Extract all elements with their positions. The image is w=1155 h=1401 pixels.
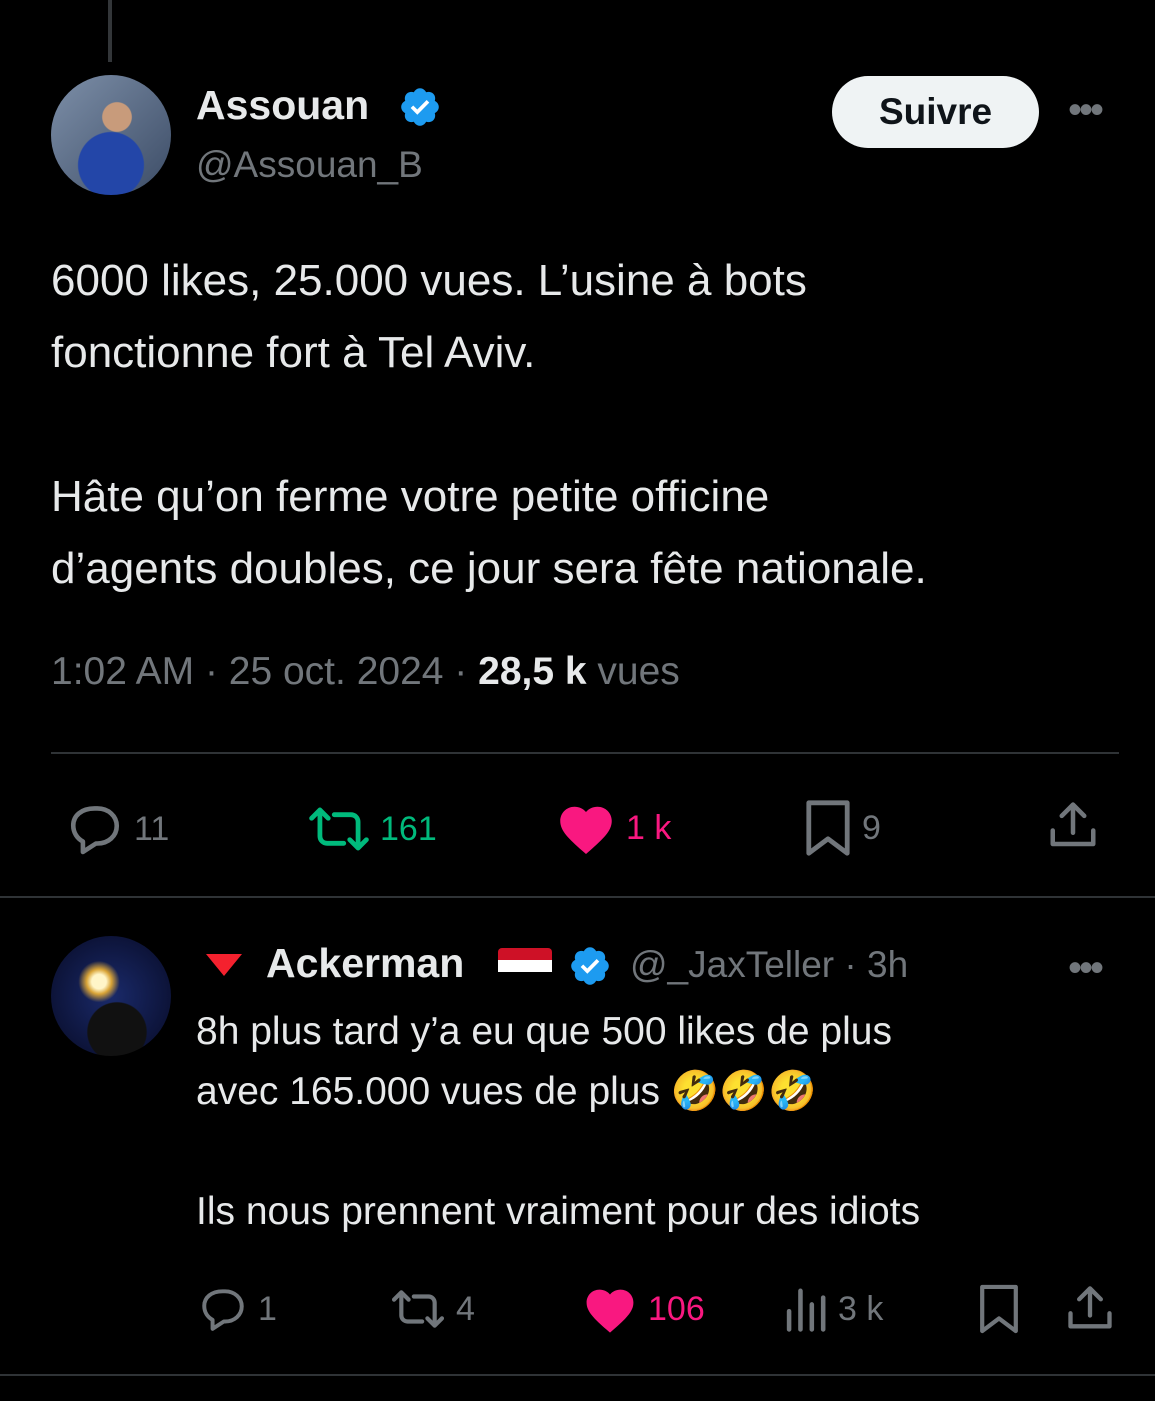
more-horizontal-icon[interactable]: ••• <box>1068 946 1104 991</box>
reply-author-avatar[interactable] <box>51 936 171 1056</box>
reply-button[interactable]: 1 <box>198 1284 277 1334</box>
reply-author-meta: @_JaxTeller · 3h <box>630 944 908 986</box>
views-button[interactable]: 3 k <box>782 1284 883 1334</box>
tweet-meta: 1:02 AM · 25 oct. 2024 · 28,5 k vues <box>51 650 680 694</box>
yemen-flag-icon <box>498 948 552 984</box>
meta-separator: · <box>204 650 218 693</box>
tweet-text: 6000 likes, 25.000 vues. L’usine à bots … <box>51 256 927 593</box>
views-count: 3 k <box>838 1289 884 1328</box>
verified-badge-icon <box>571 947 609 985</box>
like-count: 106 <box>648 1289 705 1328</box>
reply-count: 1 <box>258 1289 277 1328</box>
retweet-icon <box>309 807 369 851</box>
analytics-bars-icon <box>786 1288 826 1332</box>
views-count: 28,5 k <box>478 650 587 693</box>
share-icon <box>1068 1286 1112 1329</box>
reply-author-name[interactable]: Ackerman <box>266 940 464 987</box>
meta-separator: · <box>454 650 468 693</box>
retweet-button[interactable]: 4 <box>390 1284 475 1334</box>
author-handle[interactable]: @Assouan_B <box>196 144 423 186</box>
bookmark-button[interactable]: 9 <box>804 798 881 858</box>
bookmark-icon <box>980 1284 1018 1334</box>
heart-filled-icon <box>586 1289 634 1333</box>
author-avatar[interactable] <box>51 75 171 195</box>
views-label: vues <box>597 650 680 693</box>
like-count: 1 k <box>626 808 672 847</box>
reply-icon <box>70 806 120 855</box>
more-horizontal-icon[interactable]: ••• <box>1068 88 1104 133</box>
retweet-button[interactable]: 161 <box>308 800 437 858</box>
tweet-date[interactable]: 25 oct. 2024 <box>229 650 444 693</box>
reply-icon <box>202 1289 244 1331</box>
reply-author-handle[interactable]: @_JaxTeller <box>630 944 834 985</box>
divider <box>51 752 1119 754</box>
retweet-icon <box>391 1290 445 1328</box>
share-button[interactable] <box>1064 1282 1116 1336</box>
thread-connector-line <box>108 0 112 62</box>
tweet-time[interactable]: 1:02 AM <box>51 650 194 693</box>
downvote-triangle-icon[interactable] <box>206 954 242 976</box>
reply-button[interactable]: 11 <box>66 800 169 858</box>
heart-filled-icon <box>560 806 612 854</box>
bookmark-count: 9 <box>862 808 881 847</box>
reply-count: 11 <box>134 809 170 848</box>
bookmark-button[interactable] <box>978 1282 1020 1336</box>
divider <box>0 1374 1155 1376</box>
reply-text: 8h plus tard y’a eu que 500 likes de plu… <box>196 1010 921 1233</box>
divider <box>0 896 1155 898</box>
retweet-count: 4 <box>456 1289 475 1328</box>
like-button[interactable]: 106 <box>582 1284 705 1334</box>
verified-badge-icon <box>401 88 439 126</box>
share-icon <box>1050 802 1096 847</box>
share-button[interactable] <box>1046 798 1100 854</box>
bookmark-icon <box>806 800 850 856</box>
meta-separator: · <box>844 944 857 985</box>
follow-button[interactable]: Suivre <box>832 76 1039 148</box>
like-button[interactable]: 1 k <box>556 800 671 856</box>
reply-time[interactable]: 3h <box>867 944 908 985</box>
author-name[interactable]: Assouan <box>196 82 369 129</box>
retweet-count: 161 <box>380 809 437 848</box>
